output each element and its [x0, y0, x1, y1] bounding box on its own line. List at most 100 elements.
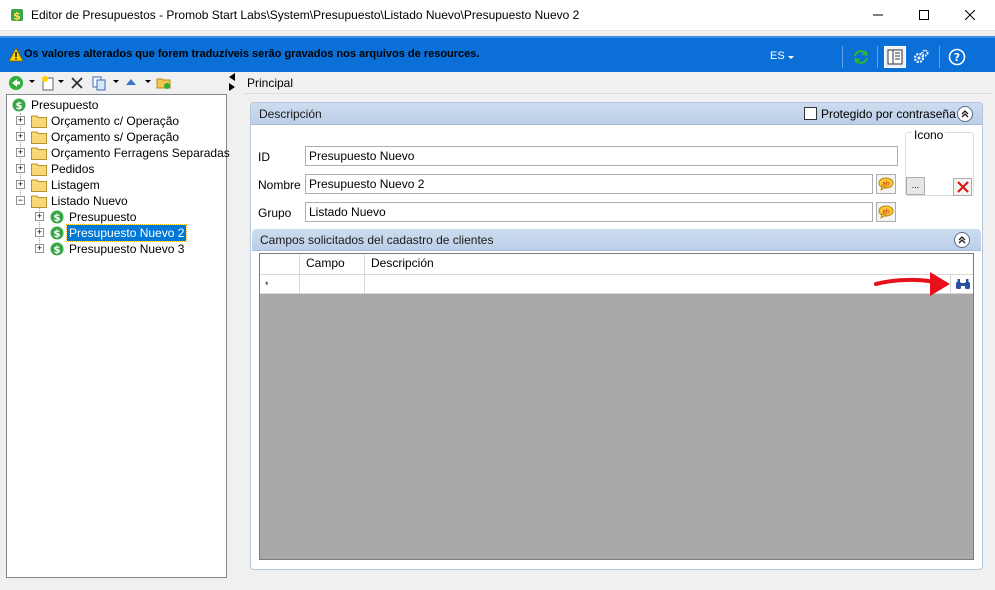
expand-toggle[interactable]: + [16, 180, 25, 189]
close-icon [965, 10, 975, 20]
remove-icon-button[interactable] [953, 178, 972, 196]
expand-toggle[interactable]: + [35, 228, 44, 237]
icon-group-label: Icono [912, 128, 946, 142]
row-header-cell [260, 254, 300, 274]
tree-node-root[interactable]: $ Presupuesto [11, 97, 221, 113]
folder-icon [31, 115, 47, 128]
expand-toggle[interactable]: + [16, 148, 25, 157]
folder-refresh-icon [156, 78, 171, 89]
id-input[interactable]: Presupuesto Nuevo [305, 146, 898, 166]
tree-node-folder[interactable]: + Orçamento c/ Operação [16, 113, 221, 129]
tree-node-folder-expanded[interactable]: − Listado Nuevo [16, 193, 221, 209]
copy-button[interactable] [90, 74, 108, 92]
layout-icon [887, 49, 903, 65]
refresh-icon [854, 50, 868, 64]
splitter-toggle[interactable] [227, 72, 237, 92]
budget-tree: $ Presupuesto + Orçamento c/ Operação + … [6, 94, 230, 578]
search-field-button[interactable] [952, 275, 973, 293]
tree-node-budget[interactable]: + $ Presupuesto [35, 209, 221, 225]
grid-new-row[interactable]: * [260, 274, 973, 294]
folder-action-button[interactable] [155, 74, 173, 92]
tree-node-label: Listado Nuevo [51, 194, 128, 208]
expand-toggle[interactable]: + [16, 164, 25, 173]
folder-open-icon [31, 195, 47, 208]
back-button[interactable] [7, 74, 25, 92]
description-section-title: Descripción [259, 107, 322, 121]
svg-text:$: $ [54, 213, 61, 224]
copy-icon [92, 76, 106, 91]
tree-node-label: Listagem [51, 178, 100, 192]
tree-node-label: Pedidos [51, 162, 95, 176]
title-bar: $ Editor de Presupuestos - Promob Start … [0, 0, 995, 31]
expand-toggle[interactable]: + [16, 132, 25, 141]
folder-icon [31, 179, 47, 192]
new-document-icon [42, 76, 54, 91]
campos-section-header: Campos solicitados del cadastro de clien… [252, 229, 981, 251]
minimize-button[interactable] [855, 0, 901, 30]
id-label: ID [258, 150, 270, 164]
tree-node-label: Orçamento Ferragens Separadas [51, 146, 230, 160]
toolbar-separator [939, 46, 940, 68]
collapse-description-button[interactable] [957, 106, 973, 122]
settings-button[interactable] [910, 46, 932, 68]
translate-grupo-button[interactable]: ab [876, 202, 896, 222]
tree-node-folder[interactable]: + Orçamento Ferragens Separadas [16, 145, 230, 161]
descripcion-cell[interactable] [365, 275, 951, 293]
maximize-button[interactable] [901, 0, 947, 30]
properties-panel: Descripción Protegido por contraseña ID … [250, 102, 983, 570]
tree-node-budget[interactable]: + $ Presupuesto Nuevo 3 [35, 241, 221, 257]
grid-header-row: Campo Descripción [260, 254, 973, 274]
red-x-icon [956, 181, 969, 193]
warning-icon [8, 47, 24, 62]
close-button[interactable] [947, 0, 993, 30]
chevron-down-icon[interactable] [58, 80, 64, 83]
campo-cell[interactable] [300, 275, 365, 293]
tree-node-label: Presupuesto [31, 98, 99, 112]
tree-node-label: Presupuesto Nuevo 3 [69, 242, 185, 256]
svg-text:ab: ab [882, 181, 890, 188]
tree-node-label: Presupuesto Nuevo 2 [65, 224, 188, 242]
language-dropdown[interactable]: ES [766, 46, 798, 68]
tree-node-label: Orçamento s/ Operação [51, 130, 180, 144]
tree-node-folder[interactable]: + Pedidos [16, 161, 221, 177]
layout-view-button[interactable] [884, 46, 906, 68]
svg-text:?: ? [954, 51, 960, 64]
tree-node-folder[interactable]: + Orçamento s/ Operação [16, 129, 221, 145]
move-up-button[interactable] [122, 74, 140, 92]
protect-checkbox[interactable] [804, 107, 817, 120]
chevron-down-icon[interactable] [145, 80, 151, 83]
expand-toggle[interactable]: + [35, 212, 44, 221]
collapse-toggle[interactable]: − [16, 196, 25, 205]
nombre-input[interactable]: Presupuesto Nuevo 2 [305, 174, 873, 194]
tab-principal[interactable]: Principal [247, 76, 293, 90]
svg-text:$: $ [16, 101, 23, 112]
tree-node-budget-selected[interactable]: + $ Presupuesto Nuevo 2 [35, 224, 221, 242]
green-arrow-left-icon [9, 76, 23, 90]
tab-underline [244, 93, 992, 94]
new-item-button[interactable] [39, 74, 57, 92]
budget-icon: $ [50, 226, 64, 240]
column-header-campo[interactable]: Campo [300, 254, 365, 274]
collapse-campos-button[interactable] [954, 232, 970, 248]
info-message: Os valores alterados que forem traduzíve… [24, 48, 480, 60]
help-icon: ? [948, 48, 966, 66]
svg-text:ab: ab [882, 209, 890, 216]
expand-toggle[interactable]: + [16, 116, 25, 125]
folder-icon [31, 131, 47, 144]
help-button[interactable]: ? [946, 46, 968, 68]
svg-text:$: $ [54, 245, 61, 256]
tree-node-folder[interactable]: + Listagem [16, 177, 221, 193]
chevron-down-icon[interactable] [113, 80, 119, 83]
info-bar: Os valores alterados que forem traduzíve… [0, 36, 995, 72]
expand-toggle[interactable]: + [35, 244, 44, 253]
translate-nombre-button[interactable]: ab [876, 174, 896, 194]
minimize-icon [873, 14, 883, 16]
campos-grid: Campo Descripción * [259, 253, 974, 560]
chevron-down-icon[interactable] [29, 80, 35, 83]
refresh-button[interactable] [850, 46, 872, 68]
binoculars-icon [955, 279, 970, 289]
delete-icon [71, 77, 83, 89]
grupo-input[interactable]: Listado Nuevo [305, 202, 873, 222]
delete-button[interactable] [68, 74, 86, 92]
browse-icon-button[interactable]: ... [906, 177, 925, 195]
